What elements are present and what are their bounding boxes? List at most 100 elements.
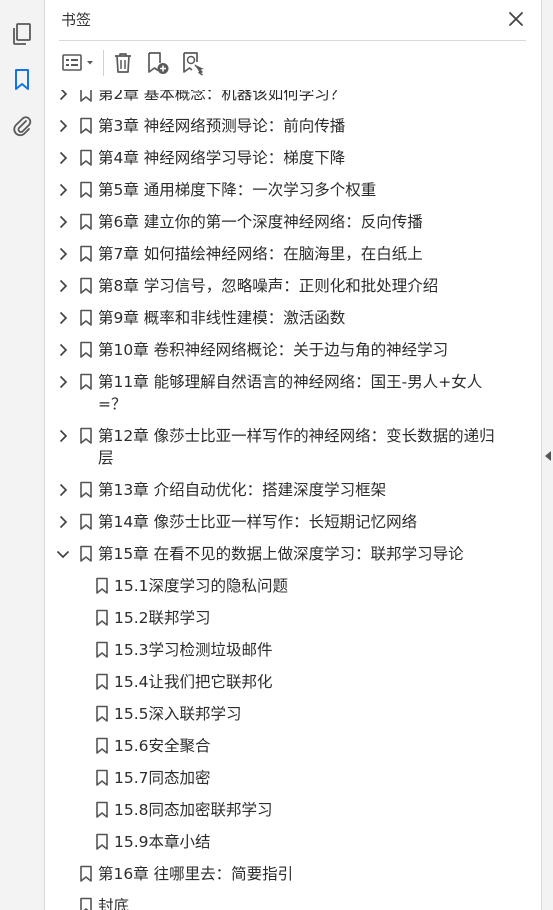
- panel-title: 书签: [61, 11, 92, 29]
- bookmark-item[interactable]: 第6章 建立你的第一个深度神经网络：反向传播: [46, 206, 516, 238]
- bookmark-icon: [74, 474, 98, 506]
- bookmark-label: 15.1深度学习的隐私问题: [114, 577, 289, 595]
- bookmark-item[interactable]: 第14章 像莎士比亚一样写作：长短期记忆网络: [46, 506, 516, 538]
- bookmark-label: 第12章 像莎士比亚一样写作的神经网络：变长数据的递归层: [98, 427, 495, 467]
- bookmark-icon: [74, 174, 98, 206]
- bookmark-icon: [90, 570, 114, 602]
- bookmark-label: 第7章 如何描绘神经网络：在脑海里，在白纸上: [98, 245, 423, 263]
- bookmark-label: 第11章 能够理解自然语言的神经网络：国王-男人+女人=？: [98, 373, 483, 413]
- chevron-right-icon[interactable]: [52, 206, 74, 238]
- bookmark-label: 15.3学习检测垃圾邮件: [114, 641, 273, 659]
- bookmark-label: 第13章 介绍自动优化：搭建深度学习框架: [98, 481, 387, 499]
- bookmark-icon: [74, 334, 98, 366]
- bookmark-item[interactable]: 第11章 能够理解自然语言的神经网络：国王-男人+女人=？: [46, 366, 516, 420]
- options-menu-button[interactable]: [60, 48, 98, 78]
- bookmark-label: 第2章 基本概念：机器该如何学习？: [98, 90, 346, 103]
- chevron-right-icon[interactable]: [52, 366, 74, 398]
- bookmark-icon: [74, 270, 98, 302]
- bookmark-item[interactable]: 第4章 神经网络学习导论：梯度下降: [46, 142, 516, 174]
- paperclip-icon[interactable]: [8, 112, 36, 140]
- panel-header: 书签: [46, 0, 541, 40]
- bookmark-icon: [74, 506, 98, 538]
- close-icon[interactable]: [505, 8, 527, 30]
- chevron-right-icon[interactable]: [52, 474, 74, 506]
- bookmark-icon: [74, 90, 98, 110]
- bookmark-label: 15.4让我们把它联邦化: [114, 673, 273, 691]
- bookmark-label: 15.2联邦学习: [114, 609, 211, 627]
- bookmark-label: 15.6安全聚合: [114, 737, 211, 755]
- bookmark-label: 第6章 建立你的第一个深度神经网络：反向传播: [98, 213, 423, 231]
- bookmark-icon: [74, 238, 98, 270]
- bookmark-label: 15.7同态加密: [114, 769, 211, 787]
- bookmark-label: 第9章 概率和非线性建模：激活函数: [98, 309, 346, 327]
- bookmark-label: 第3章 神经网络预测导论：前向传播: [98, 117, 346, 135]
- trash-icon[interactable]: [110, 48, 136, 78]
- bookmark-label: 15.9本章小结: [114, 833, 211, 851]
- chevron-right-icon[interactable]: [52, 110, 74, 142]
- bookmark-label: 第10章 卷积神经网络概论：关于边与角的神经学习: [98, 341, 449, 359]
- bookmark-label: 第8章 学习信号，忽略噪声：正则化和批处理介绍: [98, 277, 439, 295]
- chevron-right-icon[interactable]: [52, 174, 74, 206]
- bookmark-label: 第16章 往哪里去：简要指引: [98, 865, 294, 883]
- bookmark-item[interactable]: 第13章 介绍自动优化：搭建深度学习框架: [46, 474, 516, 506]
- toolbar-divider: [103, 50, 104, 76]
- bookmark-label: 15.8同态加密联邦学习: [114, 801, 273, 819]
- bookmark-label: 第14章 像莎士比亚一样写作：长短期记忆网络: [98, 513, 418, 531]
- bookmark-item[interactable]: 第9章 概率和非线性建模：激活函数: [46, 302, 516, 334]
- bookmark-item[interactable]: 第3章 神经网络预测导论：前向传播: [46, 110, 516, 142]
- bookmark-item[interactable]: 第12章 像莎士比亚一样写作的神经网络：变长数据的递归层: [46, 420, 516, 474]
- bookmark-child-item[interactable]: 15.1深度学习的隐私问题: [46, 570, 516, 602]
- bookmark-child-item[interactable]: 15.8同态加密联邦学习: [46, 794, 516, 826]
- chevron-right-icon[interactable]: [52, 420, 74, 452]
- chevron-right-icon[interactable]: [52, 142, 74, 174]
- bookmark-item[interactable]: 第8章 学习信号，忽略噪声：正则化和批处理介绍: [46, 270, 516, 302]
- bookmark-item[interactable]: 第16章 往哪里去：简要指引: [46, 858, 516, 890]
- bookmark-child-item[interactable]: 15.6安全聚合: [46, 730, 516, 762]
- bookmark-tree: 第2章 基本概念：机器该如何学习？ 第3章 神经网络预测导论：前向传播 第4章 神经…: [46, 90, 516, 910]
- pages-icon[interactable]: [8, 20, 36, 48]
- chevron-right-icon[interactable]: [52, 90, 74, 110]
- find-bookmark-icon[interactable]: [179, 48, 207, 78]
- bookmark-item[interactable]: 第5章 通用梯度下降：一次学习多个权重: [46, 174, 516, 206]
- bookmark-label: 第15章 在看不见的数据上做深度学习：联邦学习导论: [98, 545, 464, 563]
- bookmark-icon: [90, 730, 114, 762]
- bookmark-item[interactable]: 第10章 卷积神经网络概论：关于边与角的神经学习: [46, 334, 516, 366]
- bookmark-child-item[interactable]: 15.7同态加密: [46, 762, 516, 794]
- bookmark-icon: [90, 762, 114, 794]
- bookmark-child-item[interactable]: 15.3学习检测垃圾邮件: [46, 634, 516, 666]
- bookmark-icon: [90, 826, 114, 858]
- bookmark-child-item[interactable]: 15.2联邦学习: [46, 602, 516, 634]
- bookmark-label: 15.5深入联邦学习: [114, 705, 242, 723]
- bookmark-icon: [74, 420, 98, 452]
- bookmark-icon: [74, 538, 98, 570]
- bookmark-item[interactable]: 封底: [46, 890, 516, 910]
- bookmark-child-item[interactable]: 15.5深入联邦学习: [46, 698, 516, 730]
- bookmark-icon: [90, 698, 114, 730]
- bookmark-label: 封底: [98, 897, 130, 910]
- bookmark-child-item[interactable]: 15.4让我们把它联邦化: [46, 666, 516, 698]
- bookmark-icon: [74, 302, 98, 334]
- chevron-right-icon[interactable]: [52, 506, 74, 538]
- header-divider: [59, 40, 526, 41]
- bookmark-icon: [90, 634, 114, 666]
- chevron-right-icon[interactable]: [52, 238, 74, 270]
- new-bookmark-icon[interactable]: [144, 48, 172, 78]
- chevron-right-icon[interactable]: [52, 302, 74, 334]
- bookmark-icon: [74, 858, 98, 890]
- bookmark-icon: [74, 142, 98, 174]
- chevron-down-icon[interactable]: [52, 538, 74, 570]
- bookmark-icon: [74, 110, 98, 142]
- chevron-right-icon[interactable]: [52, 334, 74, 366]
- navigation-rail: [0, 0, 45, 910]
- bookmark-label: 第4章 神经网络学习导论：梯度下降: [98, 149, 346, 167]
- collapse-panel-icon[interactable]: [543, 448, 553, 464]
- bookmark-item[interactable]: 第15章 在看不见的数据上做深度学习：联邦学习导论: [46, 538, 516, 570]
- bookmark-item[interactable]: 第2章 基本概念：机器该如何学习？: [46, 90, 516, 110]
- bookmark-item[interactable]: 第7章 如何描绘神经网络：在脑海里，在白纸上: [46, 238, 516, 270]
- bookmark-icon: [74, 890, 98, 910]
- bookmark-list: 第2章 基本概念：机器该如何学习？ 第3章 神经网络预测导论：前向传播 第4章 神经…: [46, 90, 516, 910]
- bookmark-icon[interactable]: [8, 66, 36, 94]
- bookmark-icon: [90, 666, 114, 698]
- bookmark-child-item[interactable]: 15.9本章小结: [46, 826, 516, 858]
- chevron-right-icon[interactable]: [52, 270, 74, 302]
